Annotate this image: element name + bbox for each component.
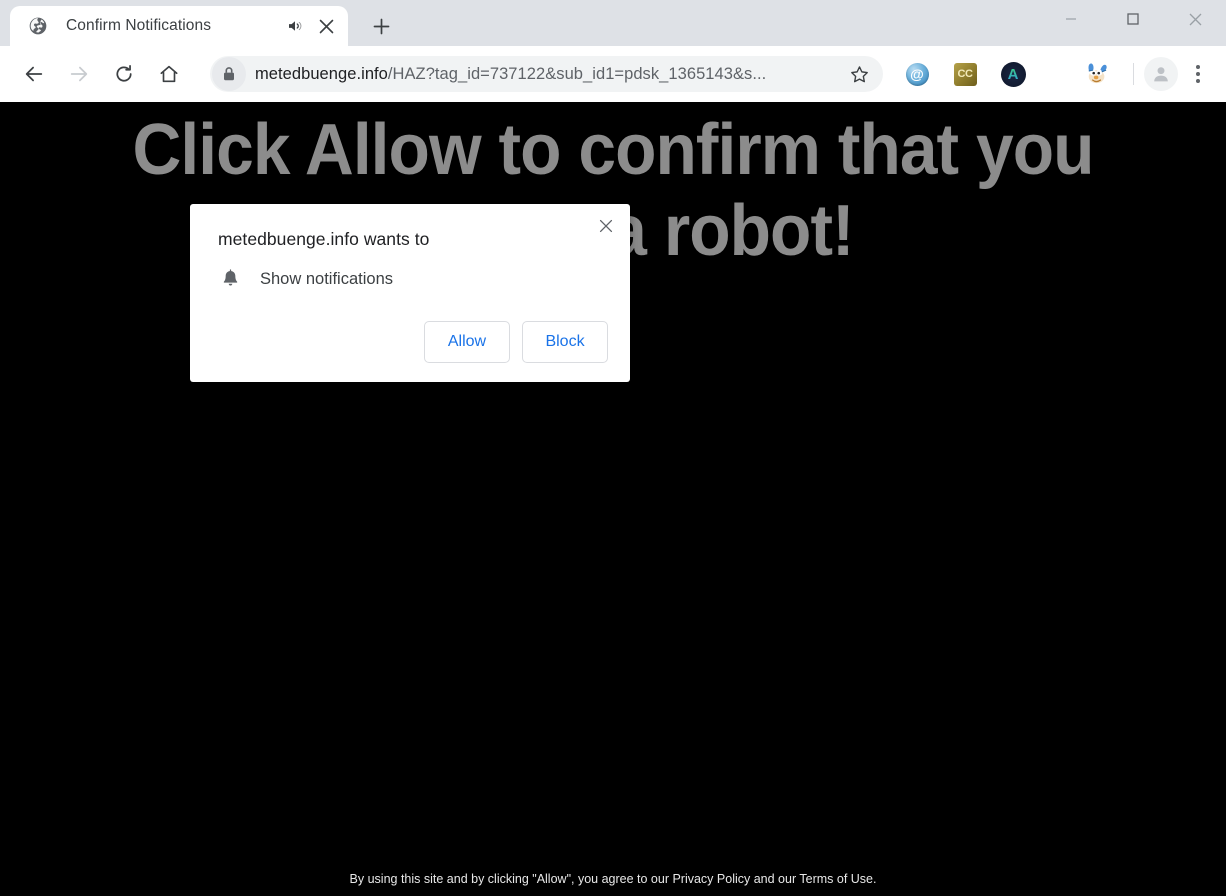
globe-icon bbox=[28, 16, 48, 36]
window-close-button[interactable] bbox=[1164, 0, 1226, 38]
jester-extension-icon[interactable] bbox=[1079, 56, 1115, 92]
dialog-permission-row: Show notifications bbox=[218, 267, 393, 291]
a-letter-glyph: A bbox=[1007, 65, 1019, 83]
profile-avatar[interactable] bbox=[1144, 57, 1178, 91]
dialog-title: metedbuenge.info wants to bbox=[218, 229, 430, 249]
address-bar[interactable]: metedbuenge.info/HAZ?tag_id=737122&sub_i… bbox=[210, 56, 883, 92]
chrome-menu-button[interactable] bbox=[1182, 56, 1214, 92]
allow-button[interactable]: Allow bbox=[424, 321, 510, 363]
home-button[interactable] bbox=[151, 56, 187, 92]
window-controls bbox=[1040, 0, 1226, 38]
window-maximize-button[interactable] bbox=[1102, 0, 1164, 38]
tab-audio-icon[interactable] bbox=[284, 15, 306, 37]
reload-button[interactable] bbox=[106, 56, 142, 92]
at-sign-extension-icon[interactable]: @ bbox=[899, 56, 935, 92]
dialog-close-icon[interactable] bbox=[593, 213, 619, 239]
dialog-actions: Allow Block bbox=[424, 321, 608, 363]
menu-dot bbox=[1196, 72, 1200, 76]
page-footer-text: By using this site and by clicking "Allo… bbox=[349, 872, 877, 886]
browser-tab[interactable]: Confirm Notifications bbox=[10, 6, 348, 46]
dialog-permission-label: Show notifications bbox=[260, 269, 393, 288]
address-bar-host: metedbuenge.info bbox=[255, 64, 388, 83]
new-tab-button[interactable] bbox=[364, 9, 398, 43]
window-minimize-button[interactable] bbox=[1040, 0, 1102, 38]
page-content: Click Allow to confirm that you are not … bbox=[0, 102, 1226, 896]
address-bar-text: metedbuenge.info/HAZ?tag_id=737122&sub_i… bbox=[246, 65, 841, 84]
a-letter-extension-icon[interactable]: A bbox=[995, 56, 1031, 92]
notification-permission-dialog: metedbuenge.info wants to Show notificat… bbox=[190, 204, 630, 382]
a-letter-badge: A bbox=[1000, 61, 1026, 87]
browser-window: Confirm Notifications metedbuenge.info/H… bbox=[0, 0, 1226, 896]
cc-glyph: CC bbox=[953, 62, 977, 86]
lock-icon[interactable] bbox=[212, 57, 246, 91]
toolbar-divider bbox=[1133, 63, 1134, 85]
forward-button bbox=[61, 56, 97, 92]
at-sign-glyph: @ bbox=[905, 62, 929, 86]
bookmark-star-icon[interactable] bbox=[841, 56, 877, 92]
address-bar-path: /HAZ?tag_id=737122&sub_id1=pdsk_1365143&… bbox=[387, 64, 767, 83]
bell-icon bbox=[218, 267, 242, 291]
browser-toolbar: metedbuenge.info/HAZ?tag_id=737122&sub_i… bbox=[0, 46, 1226, 102]
tab-close-icon[interactable] bbox=[314, 14, 338, 38]
menu-dot bbox=[1196, 65, 1200, 69]
tab-title: Confirm Notifications bbox=[66, 17, 212, 34]
cc-extension-icon[interactable]: CC bbox=[947, 56, 983, 92]
menu-dot bbox=[1196, 79, 1200, 83]
back-button[interactable] bbox=[16, 56, 52, 92]
block-button[interactable]: Block bbox=[522, 321, 608, 363]
tab-strip: Confirm Notifications bbox=[0, 0, 1226, 46]
